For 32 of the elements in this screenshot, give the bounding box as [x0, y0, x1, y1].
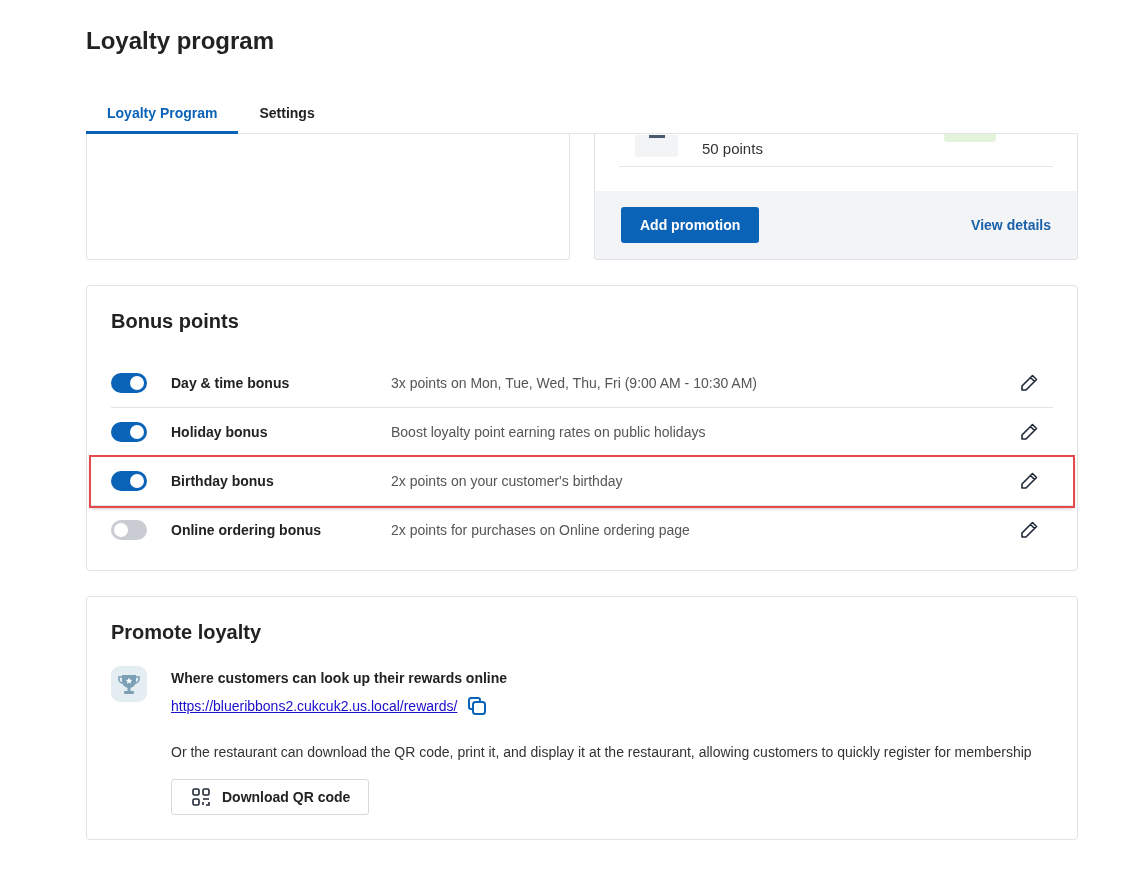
toggle-switch[interactable] [111, 520, 147, 540]
bonus-name: Day & time bonus [171, 375, 291, 391]
add-promotion-button[interactable]: Add promotion [621, 207, 760, 243]
tab[interactable]: Settings [238, 96, 336, 134]
edit-icon[interactable] [1019, 422, 1039, 442]
page-title: Loyalty program [86, 26, 276, 56]
trophy-icon [111, 666, 147, 702]
edit-icon[interactable] [1019, 373, 1039, 393]
bonus-name: Online ordering bonus [171, 522, 323, 538]
copy-icon[interactable] [467, 696, 488, 716]
section-title: Promote loyalty [111, 621, 263, 644]
section-title: Bonus points [111, 310, 240, 333]
bonus-description: 2x points for purchases on Online ordering page [391, 522, 691, 538]
download-qr-button[interactable]: Download QR code [171, 779, 370, 815]
status-badge [944, 134, 996, 142]
rewards-heading: Where customers can look up their rewards online [171, 670, 509, 686]
view-details-link[interactable]: View details [971, 217, 1051, 233]
points-text: 50 points [702, 139, 763, 157]
toggle-switch[interactable] [111, 422, 147, 442]
bonus-name: Birthday bonus [171, 473, 275, 489]
qr-description: Or the restaurant can download the QR code, print it, and display it at the restaurant, allowing customers to quickly register for membership [171, 743, 1033, 762]
toggle-switch[interactable] [111, 471, 147, 491]
bonus-description: 2x points on your customer's birthday [391, 473, 624, 489]
bonus-name: Holiday bonus [171, 424, 269, 440]
toggle-switch[interactable] [111, 373, 147, 393]
edit-icon[interactable] [1019, 520, 1039, 540]
promotion-thumbnail-icon [635, 135, 678, 157]
bonus-description: Boost loyalty point earning rates on public holidays [391, 424, 707, 440]
bonus-description: 3x points on Mon, Tue, Wed, Thu, Fri (9:00 AM - 10:30 AM) [391, 375, 758, 391]
qr-code-icon [192, 788, 210, 806]
rewards-url-link[interactable]: https://blueribbons2.cukcuk2.us.local/rewards/ [171, 698, 458, 714]
edit-icon[interactable] [1019, 471, 1039, 491]
